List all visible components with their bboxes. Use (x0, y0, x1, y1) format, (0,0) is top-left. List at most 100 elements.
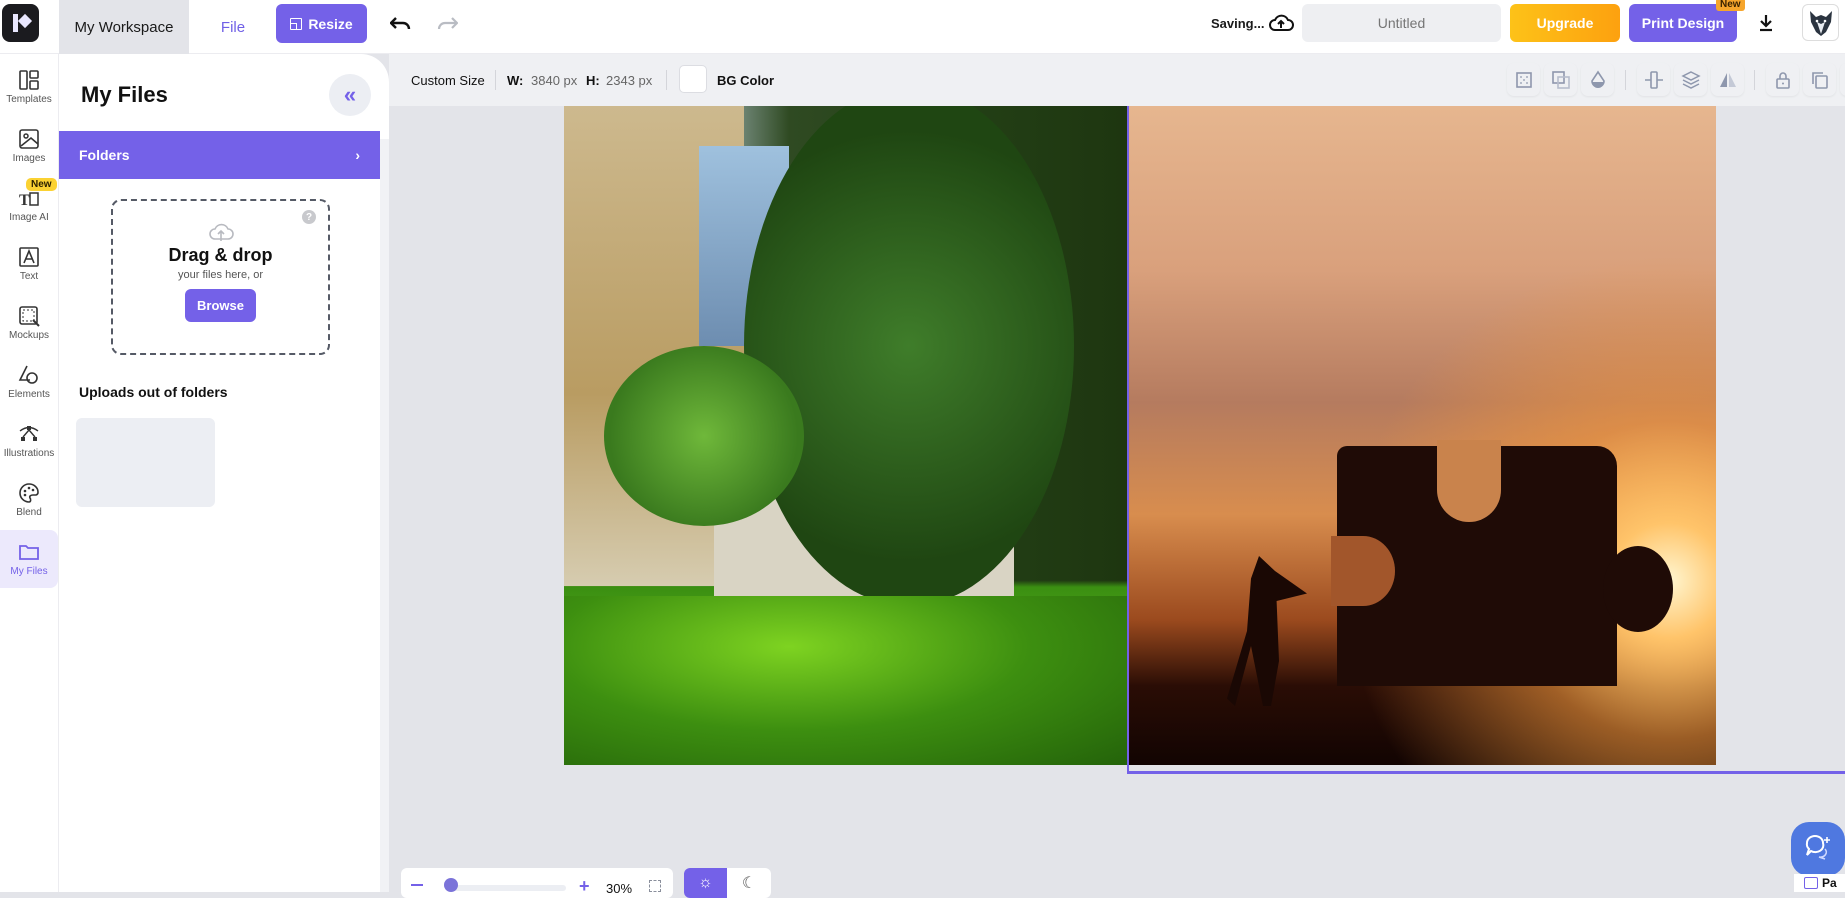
pages-label: Pa (1822, 876, 1837, 890)
theme-toggle: ☼ ☾ (684, 868, 771, 898)
rail-item-my-files[interactable]: My Files (0, 530, 58, 588)
my-files-panel: My Files « Folders › ? Drag & drop your … (59, 54, 389, 892)
save-status: Saving... (1211, 15, 1265, 31)
tree (604, 346, 804, 526)
image-ai-new-badge: New (26, 178, 57, 191)
flip-button[interactable] (1711, 63, 1744, 96)
image-icon (19, 129, 39, 149)
dropzone-subtitle: your files here, or (178, 269, 263, 281)
opacity-icon (1590, 70, 1605, 88)
cloud-upload-icon (208, 223, 234, 241)
delete-button[interactable] (1840, 63, 1845, 96)
lock-icon (1775, 71, 1790, 89)
app-logo[interactable] (2, 4, 39, 42)
divider (1625, 70, 1626, 90)
sun-icon: ☼ (698, 874, 713, 891)
rail-item-elements[interactable]: Elements (0, 353, 58, 411)
divider (666, 70, 667, 90)
rail-item-blend[interactable]: Blend (0, 471, 58, 529)
upload-dropzone[interactable]: ? Drag & drop your files here, or Browse (111, 199, 330, 355)
design-title-input[interactable] (1302, 4, 1501, 42)
moon-icon: ☾ (741, 875, 757, 892)
rail-item-illustrations[interactable]: Illustrations (0, 412, 58, 470)
lawn (564, 596, 1127, 765)
help-icon[interactable]: ? (302, 210, 316, 224)
shapes-icon (18, 365, 38, 384)
tree (744, 106, 1074, 606)
height-value[interactable]: 2343 px (606, 54, 652, 106)
download-icon[interactable] (1755, 12, 1777, 34)
pages-button[interactable]: Pa (1794, 874, 1845, 892)
grid-button[interactable] (1507, 63, 1540, 96)
undo-icon[interactable] (389, 12, 413, 36)
overlap-button[interactable] (1544, 63, 1577, 96)
cloud-upload-icon (1268, 12, 1294, 34)
silhouette-person (1227, 556, 1307, 706)
rail-label: Images (12, 153, 46, 164)
align-center-icon (1644, 70, 1663, 89)
rail-label: Blend (16, 507, 42, 518)
zoom-slider[interactable] (446, 885, 566, 891)
rail-item-templates[interactable]: Templates (0, 58, 58, 116)
folders-row[interactable]: Folders › (59, 131, 380, 179)
wolf-avatar-icon (1809, 10, 1832, 36)
templates-icon (19, 70, 39, 90)
rail-item-images[interactable]: Images (0, 117, 58, 175)
duplicate-icon (1811, 71, 1828, 89)
rail-item-mockups[interactable]: Mockups (0, 294, 58, 352)
bg-color-label[interactable]: BG Color (717, 54, 774, 106)
canvas-toolbar: Custom Size W: 3840 px H: 2343 px BG Col… (389, 54, 1845, 106)
file-menu-button[interactable]: File (212, 0, 254, 54)
zoom-control: + 30% (401, 868, 673, 898)
svg-text:T: T (19, 192, 30, 209)
height-label: H: (586, 72, 600, 88)
layers-icon (1680, 70, 1701, 89)
lock-button[interactable] (1766, 63, 1799, 96)
chat-support-button[interactable] (1791, 822, 1845, 876)
panel-title: My Files (81, 82, 168, 107)
collapse-panel-button[interactable]: « (329, 74, 371, 116)
redo-icon[interactable] (435, 12, 459, 36)
my-workspace-tab[interactable]: My Workspace (59, 0, 189, 54)
pen-tool-icon (19, 426, 39, 441)
resize-icon (290, 17, 303, 30)
browse-button[interactable]: Browse (185, 289, 256, 322)
tool-rail: Templates Images T Image AI New Text Moc… (0, 54, 59, 892)
light-mode-button[interactable]: ☼ (684, 868, 727, 898)
duplicate-button[interactable] (1803, 63, 1836, 96)
rail-label: Elements (8, 389, 50, 400)
palette-icon (19, 483, 39, 503)
resize-button[interactable]: Resize (276, 4, 367, 43)
folder-icon (19, 545, 39, 560)
upgrade-button[interactable]: Upgrade (1510, 4, 1620, 42)
rail-label: Mockups (8, 330, 49, 341)
campus-photo[interactable] (564, 106, 1127, 765)
new-badge: New (1716, 0, 1745, 11)
chat-bubble-icon (1805, 835, 1830, 860)
user-avatar[interactable] (1802, 4, 1839, 41)
align-button[interactable] (1637, 63, 1670, 96)
uploads-section-title: Uploads out of folders (79, 384, 228, 400)
bg-color-swatch[interactable] (679, 65, 707, 93)
flip-icon (1719, 72, 1736, 87)
width-value[interactable]: 3840 px (531, 54, 577, 106)
opacity-button[interactable] (1581, 63, 1614, 96)
panel-scrollbar[interactable] (380, 139, 389, 892)
rail-item-text[interactable]: Text (0, 235, 58, 293)
upload-thumbnail-placeholder[interactable] (76, 418, 215, 507)
rail-label: Templates (6, 94, 52, 105)
layers-button[interactable] (1674, 63, 1707, 96)
zoom-out-button[interactable] (411, 884, 423, 886)
overlap-icon (1551, 70, 1570, 89)
puzzle-sunset-photo[interactable] (1127, 106, 1716, 765)
double-chevron-left-icon: « (343, 82, 357, 107)
page-icon (1804, 877, 1818, 889)
dropzone-title: Drag & drop (168, 245, 273, 265)
puzzle-piece (1331, 440, 1673, 686)
width-label: W: (507, 72, 524, 88)
divider (1754, 70, 1755, 90)
fit-screen-icon[interactable] (649, 880, 661, 892)
zoom-in-button[interactable]: + (579, 877, 590, 895)
size-preset-label[interactable]: Custom Size (411, 54, 485, 106)
dark-mode-button[interactable]: ☾ (727, 868, 771, 898)
